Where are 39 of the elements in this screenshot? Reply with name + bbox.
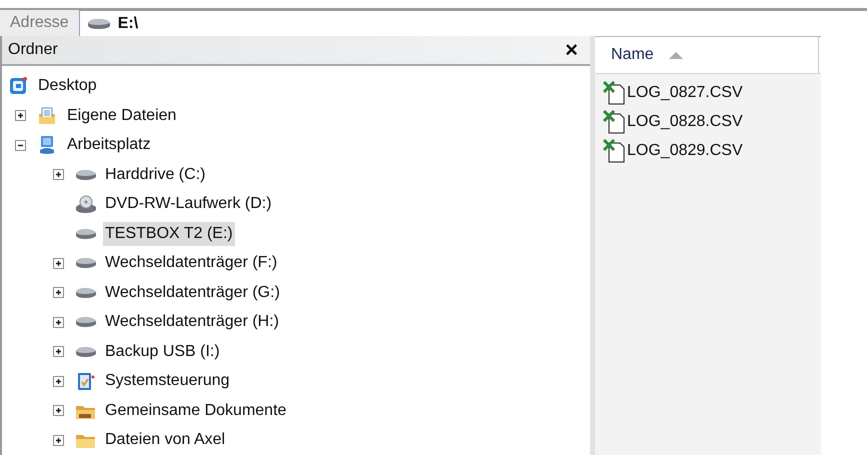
spreadsheet-file-icon xyxy=(603,110,627,134)
desktop-icon xyxy=(8,76,30,96)
address-field[interactable]: E:\ xyxy=(78,10,867,36)
plus-icon[interactable] xyxy=(53,287,64,298)
file-name[interactable]: LOG_0827.CSV xyxy=(627,80,743,104)
address-label: Adresse xyxy=(9,13,70,33)
address-value: E:\ xyxy=(118,14,138,34)
tree-item[interactable]: Wechseldatenträger (H:) xyxy=(103,310,281,334)
plus-icon[interactable] xyxy=(53,258,64,269)
tree-item[interactable]: Backup USB (I:) xyxy=(103,340,222,364)
spreadsheet-file-icon xyxy=(603,138,627,162)
dvd-drive-icon xyxy=(75,194,97,214)
tree-item[interactable]: DVD-RW-Laufwerk (D:) xyxy=(103,192,274,216)
tree-item[interactable]: Gemeinsame Dokumente xyxy=(103,398,288,423)
tree-item[interactable]: Wechseldatenträger (G:) xyxy=(103,280,282,305)
plus-icon[interactable] xyxy=(53,169,64,180)
tree-item[interactable]: Desktop xyxy=(36,74,99,98)
plus-icon[interactable] xyxy=(53,434,64,446)
tree-item[interactable]: Systemsteuerung xyxy=(103,369,232,394)
close-button[interactable]: × xyxy=(559,38,584,61)
drive-icon xyxy=(86,18,112,30)
plus-icon[interactable] xyxy=(15,110,26,122)
tree-item[interactable]: Dateien von Axel xyxy=(103,428,228,452)
tree-item[interactable]: Wechseldatenträger (F:) xyxy=(103,251,280,276)
pane-title: Ordner xyxy=(8,40,58,60)
minus-icon[interactable] xyxy=(15,140,26,151)
tree-item[interactable]: Harddrive (C:) xyxy=(103,162,208,187)
plus-icon[interactable] xyxy=(53,346,64,358)
tree-item[interactable]: Eigene Dateien xyxy=(65,104,178,128)
file-name[interactable]: LOG_0828.CSV xyxy=(627,110,743,134)
plus-icon[interactable] xyxy=(53,376,64,387)
tree-item[interactable]: Arbeitsplatz xyxy=(65,133,153,158)
plus-icon[interactable] xyxy=(53,405,64,416)
spreadsheet-file-icon xyxy=(603,80,627,104)
control-panel-icon xyxy=(75,371,97,392)
tree-item[interactable]: TESTBOX T2 (E:) xyxy=(103,222,235,246)
file-name[interactable]: LOG_0829.CSV xyxy=(627,138,743,162)
column-header[interactable]: Name xyxy=(595,37,819,73)
plus-icon[interactable] xyxy=(53,316,64,328)
